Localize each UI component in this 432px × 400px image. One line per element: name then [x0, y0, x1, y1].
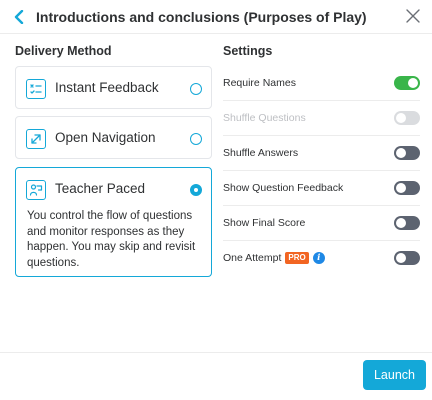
settings-heading: Settings	[223, 44, 273, 58]
one-attempt-toggle[interactable]	[394, 251, 420, 265]
setting-one-attempt: One Attempt PRO i	[223, 241, 420, 276]
setting-label: Show Question Feedback	[223, 182, 344, 194]
setting-label: Show Final Score	[223, 217, 306, 229]
info-icon[interactable]: i	[312, 252, 325, 264]
setting-show-question-feedback: Show Question Feedback	[223, 171, 420, 206]
chevron-left-icon	[14, 10, 24, 24]
close-button[interactable]	[402, 5, 424, 27]
show-question-feedback-toggle[interactable]	[394, 181, 420, 195]
setting-label: Require Names	[223, 77, 296, 89]
footer-divider	[0, 352, 432, 353]
pro-badge: PRO	[285, 252, 309, 264]
setting-label-group: One Attempt PRO i	[223, 252, 325, 264]
delivery-option-radio[interactable]	[190, 83, 202, 95]
show-final-score-toggle[interactable]	[394, 216, 420, 230]
delivery-option-label: Teacher Paced	[55, 181, 146, 196]
setting-shuffle-answers: Shuffle Answers	[223, 136, 420, 171]
setting-label: One Attempt	[223, 252, 282, 264]
modal-title: Introductions and conclusions (Purposes …	[36, 9, 367, 25]
back-button[interactable]	[10, 7, 28, 27]
setting-require-names: Require Names	[223, 66, 420, 101]
delivery-option-radio[interactable]	[190, 133, 202, 145]
delivery-option-label: Instant Feedback	[55, 80, 159, 95]
require-names-toggle[interactable]	[394, 76, 420, 90]
delivery-option-label: Open Navigation	[55, 130, 156, 145]
setting-show-final-score: Show Final Score	[223, 206, 420, 241]
delivery-method-heading: Delivery Method	[15, 44, 112, 58]
setting-shuffle-questions: Shuffle Questions	[223, 101, 420, 136]
delivery-option-teacher-paced[interactable]: Teacher Paced You control the flow of qu…	[15, 167, 212, 277]
instant-feedback-icon	[26, 79, 46, 99]
delivery-option-radio[interactable]	[190, 184, 202, 196]
modal-header: Introductions and conclusions (Purposes …	[0, 0, 432, 34]
shuffle-answers-toggle[interactable]	[394, 146, 420, 160]
close-icon	[406, 9, 420, 23]
teacher-paced-icon	[26, 180, 46, 200]
setting-label: Shuffle Answers	[223, 147, 299, 159]
open-navigation-icon	[26, 129, 46, 149]
shuffle-questions-toggle[interactable]	[394, 111, 420, 125]
delivery-option-instant-feedback[interactable]: Instant Feedback	[15, 66, 212, 109]
delivery-option-open-navigation[interactable]: Open Navigation	[15, 116, 212, 159]
delivery-option-description: You control the flow of questions and mo…	[27, 210, 196, 269]
setting-label: Shuffle Questions	[223, 112, 306, 124]
launch-button[interactable]: Launch	[363, 360, 426, 390]
